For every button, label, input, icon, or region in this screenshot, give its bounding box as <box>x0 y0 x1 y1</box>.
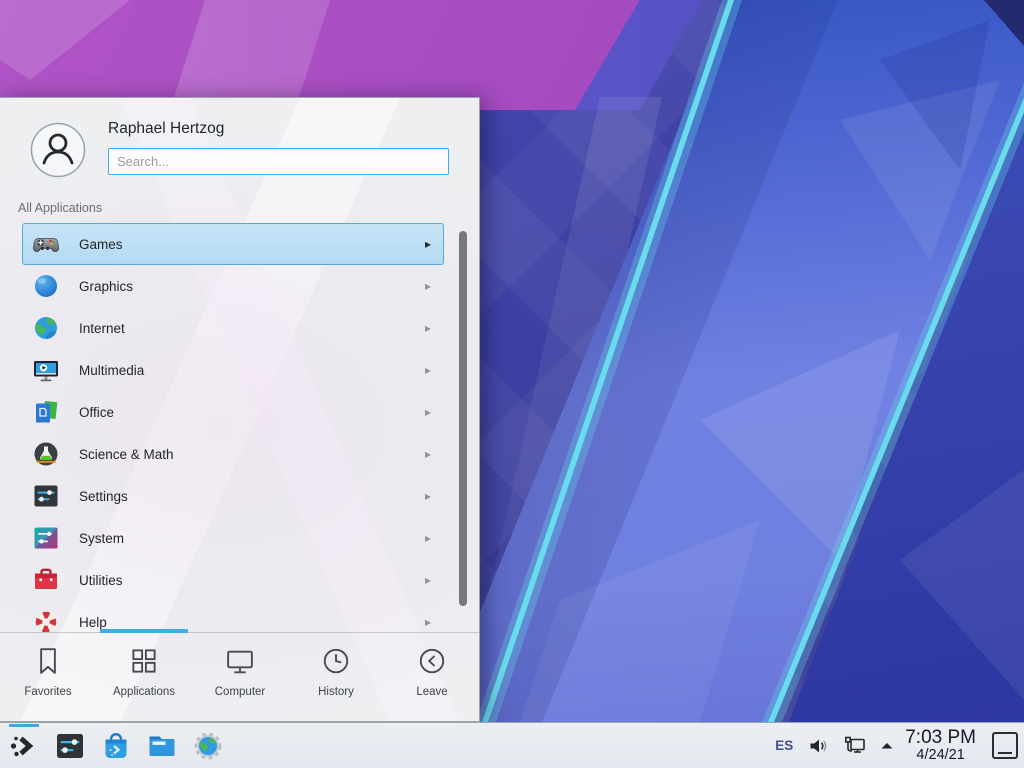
menu-item-science-math[interactable]: Science & Math ▸ <box>22 433 444 475</box>
clock-icon <box>321 646 351 676</box>
submenu-arrow-icon: ▸ <box>425 489 433 503</box>
menu-item-help[interactable]: Help ▸ <box>22 601 444 632</box>
sliders-icon <box>33 483 59 509</box>
menu-item-internet[interactable]: Internet ▸ <box>22 307 444 349</box>
expand-tray-icon[interactable] <box>879 738 895 754</box>
menu-item-label: Help <box>79 615 425 630</box>
menu-item-label: Science & Math <box>79 447 425 462</box>
menu-item-office[interactable]: Office ▸ <box>22 391 444 433</box>
volume-icon[interactable] <box>807 734 831 758</box>
tab-computer[interactable]: Computer <box>192 633 288 722</box>
tab-leave[interactable]: Leave <box>384 633 480 722</box>
application-category-list: Games ▸ Graphics ▸ <box>0 223 480 632</box>
flask-icon <box>33 441 59 467</box>
toolbox-icon <box>33 567 59 593</box>
launcher-tab-bar: Favorites Applications <box>0 632 480 722</box>
menu-item-label: Utilities <box>79 573 425 588</box>
tab-label: Applications <box>96 686 192 698</box>
menu-item-label: Multimedia <box>79 363 425 378</box>
digital-clock[interactable]: 7:03 PM 4/24/21 <box>905 728 976 763</box>
system-settings-icon <box>54 730 86 762</box>
kde-launcher-icon <box>8 730 40 762</box>
desktop: Raphael Hertzog All Applications <box>0 0 1024 768</box>
clock-date: 4/24/21 <box>905 748 976 763</box>
menu-item-label: Office <box>79 405 425 420</box>
tab-history[interactable]: History <box>288 633 384 722</box>
globe-icon <box>33 315 59 341</box>
submenu-arrow-icon: ▸ <box>425 321 433 335</box>
sphere-icon <box>33 273 59 299</box>
network-icon[interactable] <box>843 734 867 758</box>
menu-item-label: Internet <box>79 321 425 336</box>
submenu-arrow-icon: ▸ <box>425 363 433 377</box>
menu-item-utilities[interactable]: Utilities ▸ <box>22 559 444 601</box>
user-name: Raphael Hertzog <box>108 120 224 138</box>
submenu-arrow-icon: ▸ <box>425 531 433 545</box>
application-launcher-popup: Raphael Hertzog All Applications <box>0 97 480 722</box>
section-label: All Applications <box>18 201 102 215</box>
leave-icon <box>417 646 447 676</box>
submenu-arrow-icon: ▸ <box>425 615 433 629</box>
show-desktop-button[interactable] <box>992 732 1018 759</box>
show-desktop-line <box>998 752 1012 754</box>
tab-applications[interactable]: Applications <box>96 633 192 722</box>
keyboard-layout-indicator[interactable]: ES <box>775 738 793 753</box>
menu-item-graphics[interactable]: Graphics ▸ <box>22 265 444 307</box>
discover-launcher[interactable] <box>100 730 132 762</box>
search-input[interactable] <box>108 148 449 175</box>
tab-label: Favorites <box>0 686 96 698</box>
submenu-arrow-icon: ▸ <box>425 237 433 251</box>
active-tab-indicator <box>100 629 188 633</box>
system-icon <box>33 525 59 551</box>
submenu-arrow-icon: ▸ <box>425 405 433 419</box>
menu-item-system[interactable]: System ▸ <box>22 517 444 559</box>
submenu-arrow-icon: ▸ <box>425 447 433 461</box>
application-launcher-button[interactable] <box>8 730 40 762</box>
bookmark-icon <box>33 646 63 676</box>
menu-item-label: System <box>79 531 425 546</box>
monitor-icon <box>225 646 255 676</box>
taskbar: ES 7:03 PM 4/24/21 <box>0 722 1024 768</box>
lifebuoy-icon <box>33 609 59 632</box>
menu-item-label: Games <box>79 237 425 252</box>
documents-icon <box>33 399 59 425</box>
user-avatar-icon[interactable] <box>30 122 86 178</box>
submenu-arrow-icon: ▸ <box>425 279 433 293</box>
clock-time: 7:03 PM <box>905 728 976 748</box>
tab-label: Leave <box>384 686 480 698</box>
menu-item-settings[interactable]: Settings ▸ <box>22 475 444 517</box>
menu-item-games[interactable]: Games ▸ <box>22 223 444 265</box>
tab-label: Computer <box>192 686 288 698</box>
tab-label: History <box>288 686 384 698</box>
system-tray: ES 7:03 PM 4/24/21 <box>775 728 1018 763</box>
menu-item-multimedia[interactable]: Multimedia ▸ <box>22 349 444 391</box>
submenu-arrow-icon: ▸ <box>425 573 433 587</box>
system-settings-launcher[interactable] <box>54 730 86 762</box>
gamepad-icon <box>33 231 59 257</box>
grid-icon <box>129 646 159 676</box>
web-browser-icon <box>192 730 224 762</box>
menu-item-label: Graphics <box>79 279 425 294</box>
menu-item-label: Settings <box>79 489 425 504</box>
file-manager-launcher[interactable] <box>146 730 178 762</box>
tab-favorites[interactable]: Favorites <box>0 633 96 722</box>
file-manager-icon <box>146 730 178 762</box>
media-player-icon <box>33 357 59 383</box>
discover-icon <box>100 730 132 762</box>
web-browser-launcher[interactable] <box>192 730 224 762</box>
list-scrollbar[interactable] <box>459 231 467 606</box>
active-task-indicator <box>9 724 39 727</box>
